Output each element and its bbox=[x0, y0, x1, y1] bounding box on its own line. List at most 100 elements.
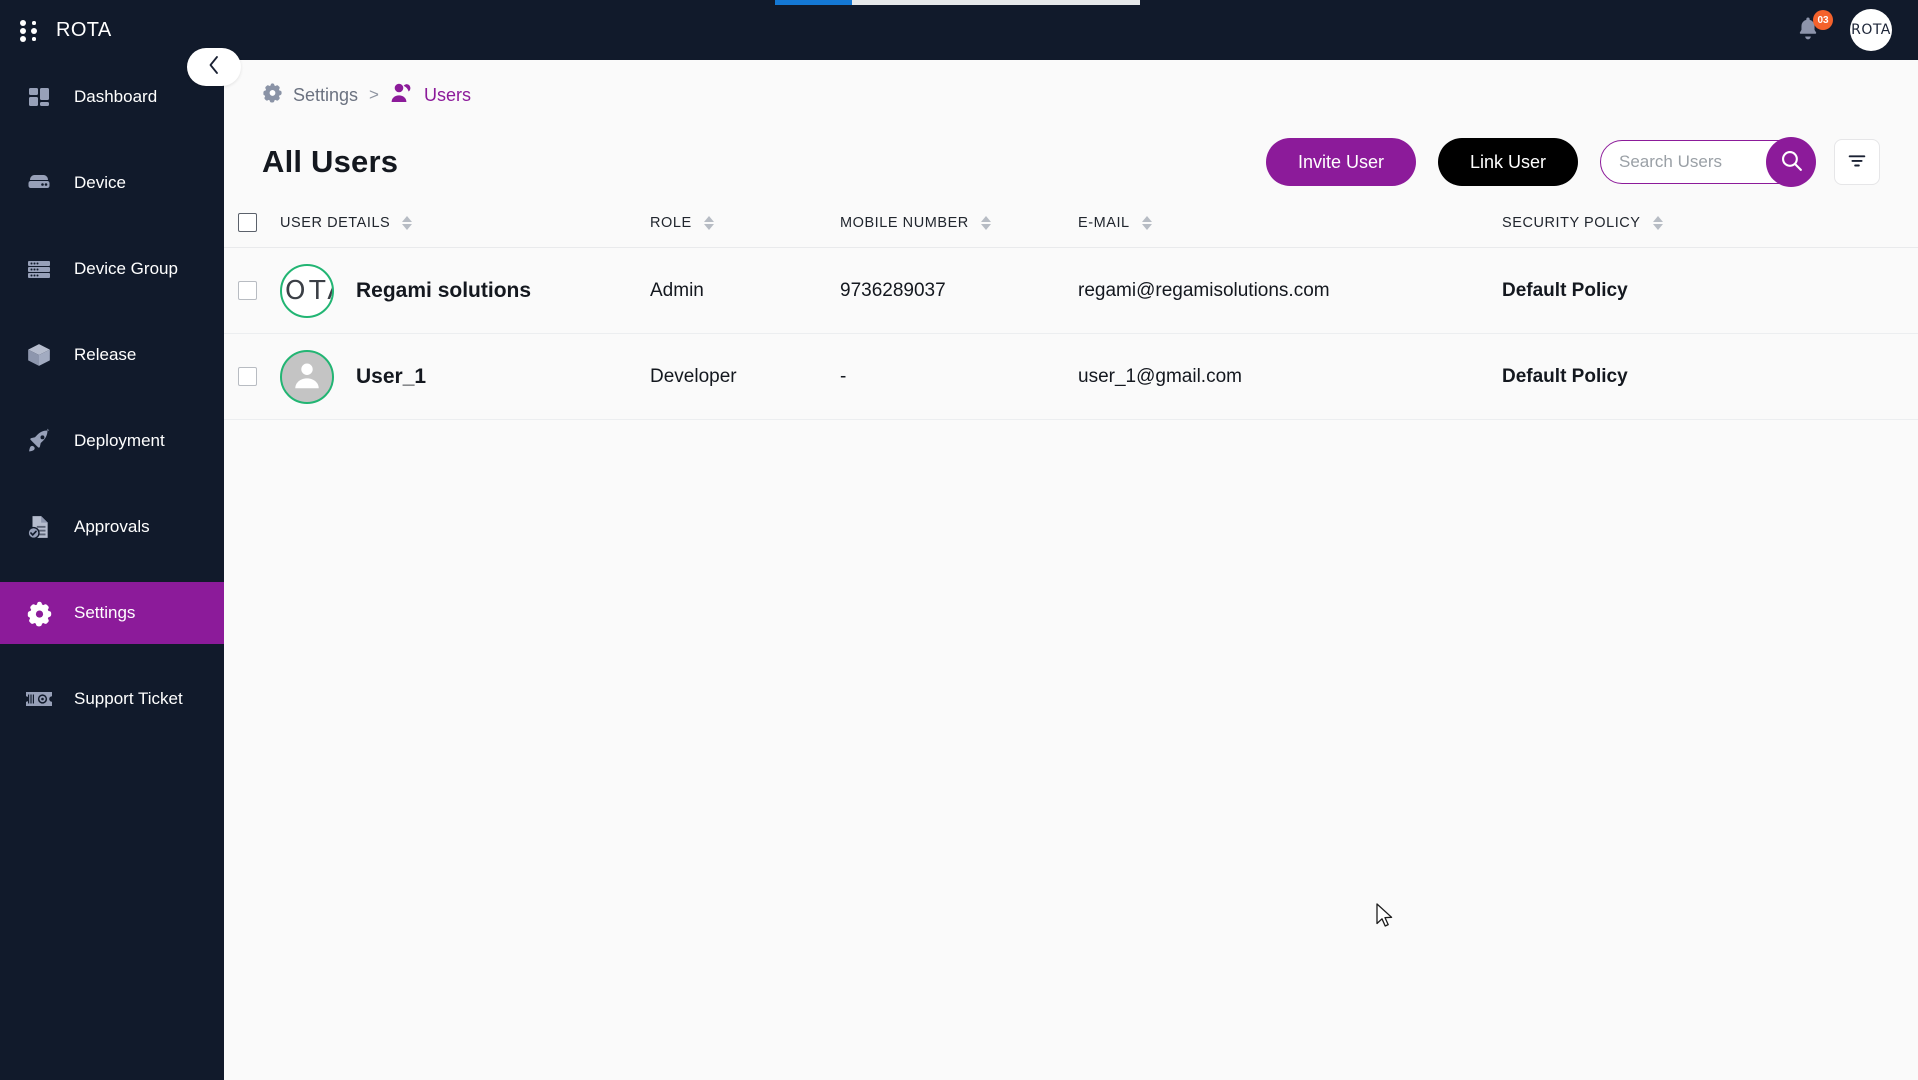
row-select-cell bbox=[238, 281, 280, 300]
user-name: Regami solutions bbox=[356, 278, 532, 302]
select-all-checkbox[interactable] bbox=[238, 213, 257, 232]
column-header-email[interactable]: E-MAIL bbox=[1078, 215, 1502, 231]
invite-user-button[interactable]: Invite User bbox=[1265, 138, 1416, 186]
link-user-button[interactable]: Link User bbox=[1437, 138, 1578, 186]
column-label: SECURITY POLICY bbox=[1502, 214, 1641, 231]
sort-icon[interactable] bbox=[1141, 215, 1152, 230]
user-role: Developer bbox=[650, 365, 737, 387]
gear-icon bbox=[262, 82, 283, 108]
page-header: All Users Invite User Link User bbox=[224, 116, 1918, 198]
breadcrumb-separator: > bbox=[369, 85, 379, 104]
dashboard-icon bbox=[24, 82, 54, 112]
sidebar-nav: Dashboard Device Device Group Release De… bbox=[0, 60, 224, 730]
avatar: ROTA bbox=[280, 263, 334, 318]
user-email: user_1@gmail.com bbox=[1078, 365, 1242, 387]
column-label: ROLE bbox=[650, 214, 692, 231]
avatar-initials: ROTA bbox=[1851, 22, 1891, 38]
approvals-doc-icon bbox=[24, 512, 54, 542]
table-row[interactable]: User_1 Developer - user_1@gmail.com Defa… bbox=[224, 334, 1918, 420]
sort-icon[interactable] bbox=[402, 215, 413, 230]
sort-icon[interactable] bbox=[1652, 215, 1663, 230]
user-security-policy: Default Policy bbox=[1502, 365, 1628, 387]
sidebar-collapse-button[interactable] bbox=[187, 48, 241, 86]
user-name: User_1 bbox=[356, 364, 427, 388]
filter-button[interactable] bbox=[1834, 139, 1880, 185]
sidebar-item-label: Device Group bbox=[74, 259, 178, 278]
sidebar-item-approvals[interactable]: Approvals bbox=[0, 496, 224, 558]
column-label: MOBILE NUMBER bbox=[840, 214, 969, 231]
sidebar-item-support-ticket[interactable]: Support Ticket bbox=[0, 668, 224, 730]
user-email: regami@regamisolutions.com bbox=[1078, 279, 1330, 301]
header-actions: Invite User Link User bbox=[1265, 137, 1880, 187]
notification-badge: 03 bbox=[1813, 10, 1833, 30]
breadcrumb-label: Users bbox=[423, 84, 471, 105]
breadcrumb-item-users[interactable]: Users bbox=[390, 82, 471, 109]
progress-fill bbox=[775, 0, 852, 5]
user-mobile: - bbox=[840, 365, 847, 387]
avatar[interactable]: ROTA bbox=[1850, 9, 1892, 51]
column-header-role[interactable]: ROLE bbox=[650, 215, 840, 231]
sidebar-item-label: Approvals bbox=[74, 517, 150, 536]
avatar-initials: ROTA bbox=[282, 275, 332, 306]
sidebar-item-label: Support Ticket bbox=[74, 689, 183, 708]
page-title: All Users bbox=[262, 144, 399, 179]
sidebar-item-device-group[interactable]: Device Group bbox=[0, 238, 224, 300]
search-container bbox=[1600, 137, 1816, 187]
table-row[interactable]: ROTA Regami solutions Admin 9736289037 r… bbox=[224, 248, 1918, 334]
select-all-cell bbox=[238, 213, 280, 232]
main-content: Settings > Users All Users Invite User L… bbox=[224, 60, 1918, 1080]
notifications-button[interactable]: 03 bbox=[1794, 10, 1833, 47]
sidebar-item-label: Dashboard bbox=[74, 87, 158, 106]
column-header-security-policy[interactable]: SECURITY POLICY bbox=[1502, 215, 1898, 231]
breadcrumb-label: Settings bbox=[293, 84, 359, 105]
column-label: USER DETAILS bbox=[280, 214, 391, 231]
user-details-cell: User_1 bbox=[280, 349, 650, 404]
column-header-user-details[interactable]: USER DETAILS bbox=[280, 215, 650, 231]
rocket-icon bbox=[24, 426, 54, 456]
device-group-icon bbox=[24, 254, 54, 284]
avatar bbox=[280, 349, 334, 404]
sort-icon[interactable] bbox=[980, 215, 991, 230]
page-loading-progress bbox=[775, 0, 1140, 5]
top-bar: ROTA 03 ROTA bbox=[0, 0, 1918, 60]
user-mobile: 9736289037 bbox=[840, 279, 946, 301]
sidebar-item-device[interactable]: Device bbox=[0, 152, 224, 214]
sidebar-item-label: Release bbox=[74, 345, 137, 364]
person-icon bbox=[288, 355, 326, 398]
sidebar-item-label: Deployment bbox=[74, 431, 165, 450]
sidebar-item-release[interactable]: Release bbox=[0, 324, 224, 386]
breadcrumb-item-settings[interactable]: Settings bbox=[262, 82, 358, 108]
release-box-icon bbox=[24, 340, 54, 370]
row-checkbox[interactable] bbox=[238, 367, 257, 386]
sidebar: Dashboard Device Device Group Release De… bbox=[0, 60, 224, 1080]
table-header-row: USER DETAILS ROLE MOBILE NUMBER E-MAIL S… bbox=[224, 198, 1918, 248]
brand-name: ROTA bbox=[56, 18, 112, 41]
user-role: Admin bbox=[650, 279, 704, 301]
row-checkbox[interactable] bbox=[238, 281, 257, 300]
user-security-policy: Default Policy bbox=[1502, 279, 1628, 301]
row-select-cell bbox=[238, 367, 280, 386]
sidebar-item-label: Settings bbox=[74, 603, 136, 622]
sort-icon[interactable] bbox=[703, 215, 714, 230]
mouse-cursor bbox=[1376, 903, 1396, 936]
column-header-mobile-number[interactable]: MOBILE NUMBER bbox=[840, 215, 1078, 231]
users-icon bbox=[390, 82, 414, 109]
breadcrumb: Settings > Users bbox=[224, 60, 1918, 116]
gear-icon bbox=[24, 598, 54, 628]
app-root: ROTA 03 ROTA Dashboard Device Device Gro… bbox=[0, 0, 1918, 1080]
users-table: USER DETAILS ROLE MOBILE NUMBER E-MAIL S… bbox=[224, 198, 1918, 420]
bell-icon[interactable] bbox=[1794, 17, 1822, 47]
sidebar-item-deployment[interactable]: Deployment bbox=[0, 410, 224, 472]
device-icon bbox=[24, 168, 54, 198]
search-button[interactable] bbox=[1766, 137, 1816, 187]
sidebar-item-settings[interactable]: Settings bbox=[0, 582, 224, 644]
top-bar-actions: 03 ROTA bbox=[1794, 0, 1892, 60]
chevron-left-icon bbox=[207, 54, 222, 81]
sidebar-item-label: Device bbox=[74, 173, 126, 192]
filter-icon bbox=[1846, 149, 1868, 176]
dot-grid-icon[interactable] bbox=[20, 17, 42, 43]
search-icon bbox=[1779, 148, 1804, 176]
brand[interactable]: ROTA bbox=[20, 0, 112, 60]
ticket-icon bbox=[24, 684, 54, 714]
column-label: E-MAIL bbox=[1078, 214, 1130, 231]
